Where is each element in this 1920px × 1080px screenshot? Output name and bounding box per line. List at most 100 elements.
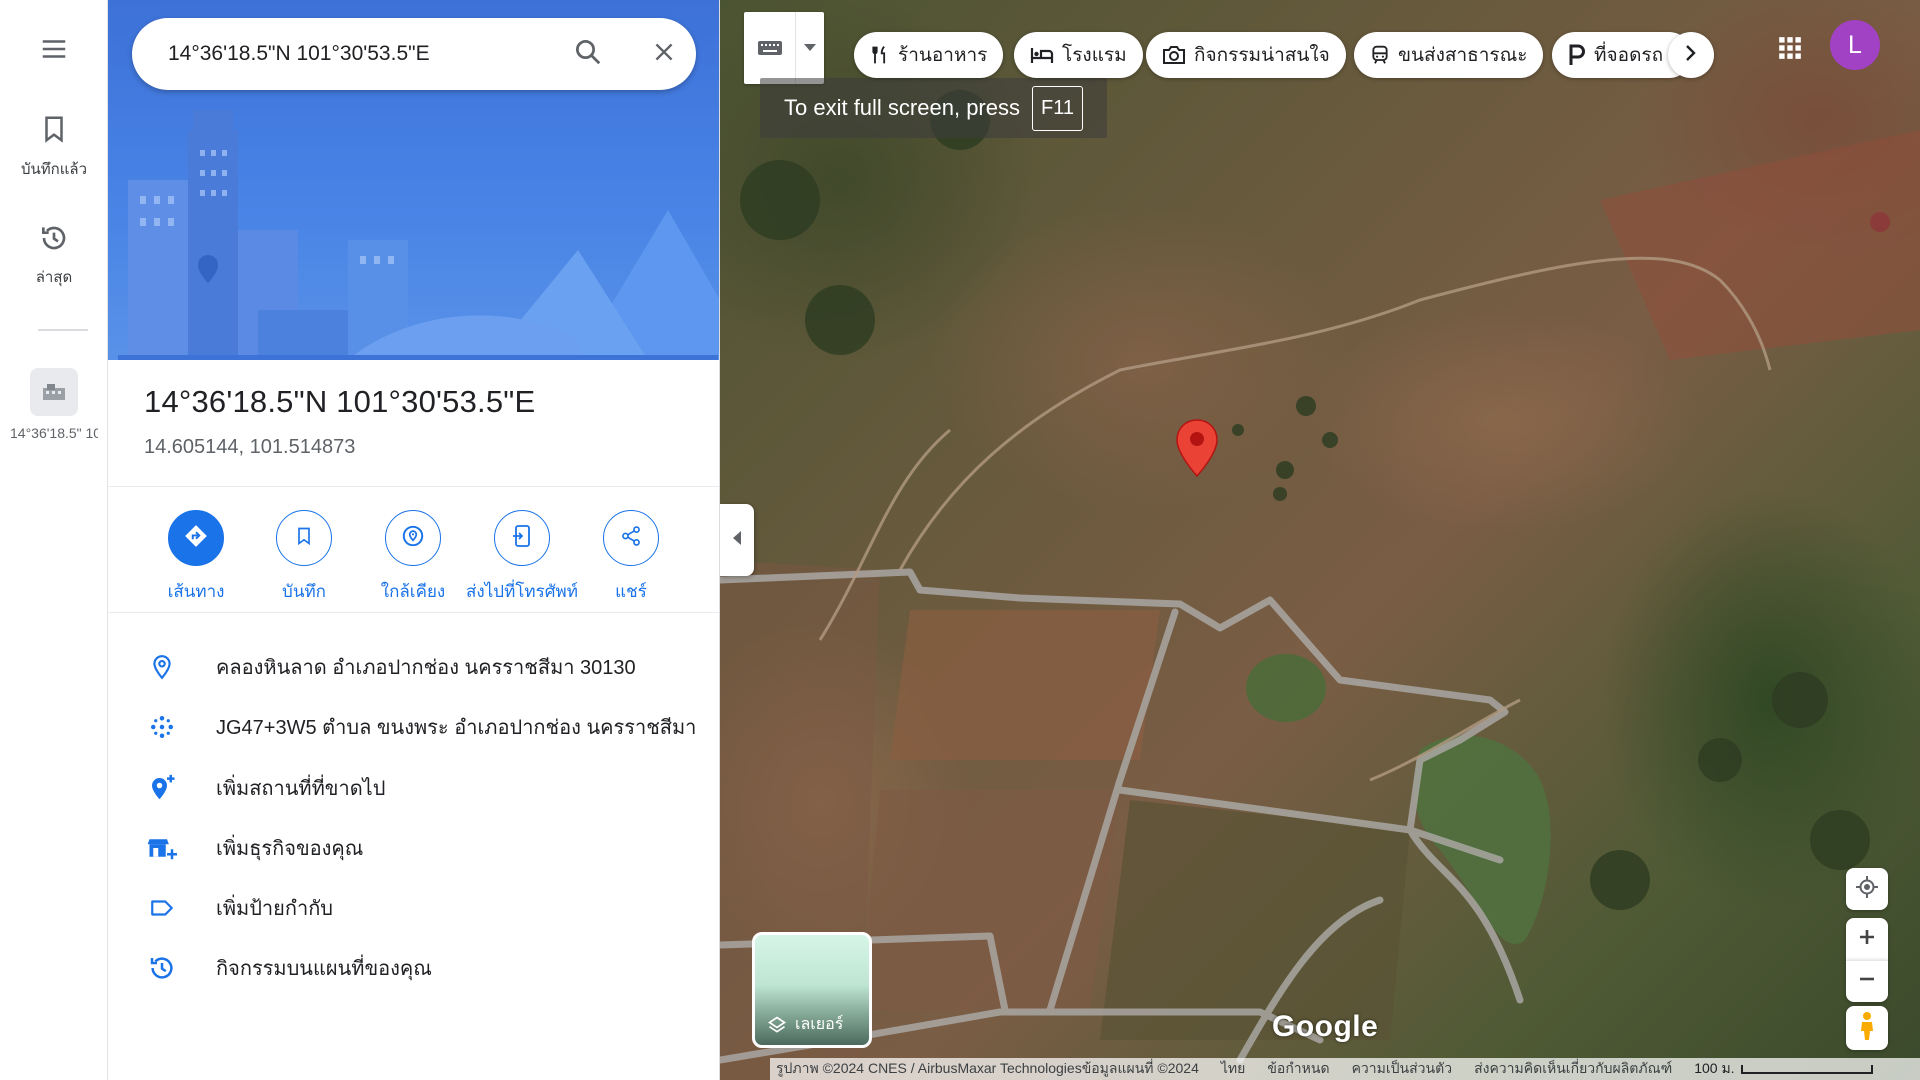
menu-icon — [39, 34, 69, 69]
scale-label: 100 ม. — [1694, 1060, 1735, 1076]
satellite-map[interactable]: To exit full screen, press F11 ร้านอาหาร… — [720, 0, 1920, 1080]
hotel-icon — [1030, 45, 1054, 65]
save-label: บันทึก — [282, 582, 326, 601]
chips-next-button[interactable] — [1668, 32, 1714, 78]
plus-icon — [1858, 928, 1876, 951]
zoom-out-button[interactable] — [1846, 960, 1888, 1002]
info-row-plus-code[interactable]: JG47+3W5 ตำบล ขนงพระ อำเภอปากช่อง นครราช… — [108, 702, 719, 752]
feedback-link[interactable]: ส่งความคิดเห็นเกี่ยวกับผลิตภัณฑ์ — [1474, 1058, 1672, 1080]
divider — [108, 486, 719, 487]
layers-button[interactable]: เลเยอร์ — [752, 932, 872, 1048]
plus-code-text: JG47+3W5 ตำบล ขนงพระ อำเภอปากช่อง นครราช… — [216, 717, 697, 739]
chip-hotels[interactable]: โรงแรม — [1014, 32, 1143, 78]
privacy-link[interactable]: ความเป็นส่วนตัว — [1352, 1058, 1453, 1080]
red-pin-icon — [1176, 419, 1218, 478]
rail-divider — [38, 329, 88, 331]
add-location-icon — [144, 770, 180, 806]
fullscreen-toast-text: To exit full screen, press — [784, 95, 1020, 120]
label-icon — [144, 890, 180, 926]
chip-transit[interactable]: ขนส่งสาธารณะ — [1354, 32, 1544, 78]
history-icon — [144, 950, 180, 986]
share-button[interactable]: แชร์ — [576, 510, 686, 605]
search-icon — [573, 37, 603, 72]
location-marker[interactable] — [1174, 418, 1220, 478]
send-to-phone-label: ส่งไปที่โทรศัพท์ — [466, 582, 578, 601]
chip-restaurants[interactable]: ร้านอาหาร — [854, 32, 1004, 78]
map-activity-text: กิจกรรมบนแผนที่ของคุณ — [216, 958, 432, 980]
layers-label: เลเยอร์ — [795, 1016, 844, 1033]
recent-item-caption[interactable]: 14°36'18.5" 101°30'53.5" — [10, 424, 98, 442]
directions-icon — [183, 523, 209, 554]
layers-icon — [767, 1015, 787, 1035]
send-to-phone-button[interactable]: ส่งไปที่โทรศัพท์ — [466, 510, 578, 605]
search-button[interactable] — [568, 34, 608, 74]
google-logo: Google — [1272, 1010, 1379, 1043]
nearby-label: ใกล้เคียง — [380, 582, 446, 601]
caret-left-icon — [732, 530, 742, 550]
account-avatar[interactable]: L — [1830, 20, 1880, 70]
language-link[interactable]: ไทย — [1221, 1058, 1245, 1080]
left-rail: บันทึกแล้ว ล่าสุด 14°36'18.5" 101°30'53.… — [0, 0, 108, 1080]
camera-icon — [1162, 45, 1186, 65]
place-title: 14°36'18.5"N 101°30'53.5"E — [144, 384, 536, 419]
saved-button[interactable]: บันทึกแล้ว — [0, 112, 108, 181]
save-button[interactable]: บันทึก — [249, 510, 359, 605]
hero-illustration — [108, 0, 719, 360]
street-view-pegman[interactable] — [1846, 1006, 1888, 1050]
terms-link[interactable]: ข้อกำหนด — [1267, 1058, 1329, 1080]
collapse-panel-button[interactable] — [720, 504, 754, 576]
add-place-text: เพิ่มสถานที่ที่ขาดไป — [216, 778, 386, 800]
pegman-icon — [1858, 1011, 1876, 1046]
directions-button[interactable]: เส้นทาง — [141, 510, 251, 605]
chip-restaurants-label: ร้านอาหาร — [898, 45, 988, 66]
search-box — [132, 18, 696, 90]
plus-code-icon — [144, 709, 180, 745]
place-panel: 14°36'18.5"N 101°30'53.5"E 14.605144, 10… — [108, 0, 720, 1080]
info-row-map-activity[interactable]: กิจกรรมบนแผนที่ของคุณ — [108, 943, 719, 993]
share-label: แชร์ — [615, 582, 647, 601]
chevron-down-icon — [796, 12, 824, 84]
scale-bar[interactable]: 100 ม. — [1694, 1058, 1873, 1080]
chip-things-to-do[interactable]: กิจกรรมน่าสนใจ — [1146, 32, 1346, 78]
nearby-button[interactable]: ใกล้เคียง — [358, 510, 468, 605]
bookmark-icon — [294, 525, 314, 552]
scale-line — [1740, 1064, 1873, 1074]
search-input[interactable] — [168, 42, 548, 66]
close-icon — [651, 39, 677, 70]
menu-button[interactable] — [0, 34, 108, 69]
recent-item-thumbnail[interactable] — [30, 368, 78, 416]
info-row-add-business[interactable]: เพิ่มธุรกิจของคุณ — [108, 823, 719, 873]
minus-icon — [1858, 970, 1876, 993]
add-label-text: เพิ่มป้ายกำกับ — [216, 898, 333, 920]
divider — [108, 612, 719, 613]
chip-things-to-do-label: กิจกรรมน่าสนใจ — [1194, 45, 1330, 66]
keyboard-icon — [744, 12, 796, 84]
add-business-text: เพิ่มธุรกิจของคุณ — [216, 838, 364, 860]
recent-label: ล่าสุด — [35, 269, 73, 286]
chip-parking-label: ที่จอดรถ — [1594, 45, 1664, 66]
chip-transit-label: ขนส่งสาธารณะ — [1398, 45, 1528, 66]
my-location-button[interactable] — [1846, 868, 1888, 910]
parking-icon — [1568, 44, 1586, 66]
map-footer: รูปภาพ ©2024 CNES / AirbusMaxar Technolo… — [770, 1058, 1920, 1080]
info-row-add-place[interactable]: เพิ่มสถานที่ที่ขาดไป — [108, 763, 719, 813]
apps-grid-icon — [1777, 35, 1803, 66]
bookmark-icon — [39, 112, 69, 151]
info-row-add-label[interactable]: เพิ่มป้ายกำกับ — [108, 883, 719, 933]
keyboard-shortcuts-button[interactable] — [744, 12, 824, 84]
place-coordinates: 14.605144, 101.514873 — [144, 436, 356, 458]
location-pin-icon — [144, 649, 180, 685]
satellite-terrain — [720, 90, 1920, 1080]
my-location-icon — [1855, 875, 1879, 904]
fullscreen-toast: To exit full screen, press F11 — [760, 78, 1107, 138]
maps-app: บันทึกแล้ว ล่าสุด 14°36'18.5" 101°30'53.… — [0, 0, 1920, 1080]
info-row-address[interactable]: คลองหินลาด อำเภอปากช่อง นครราชสีมา 30130 — [108, 642, 719, 692]
imagery-attribution: รูปภาพ ©2024 CNES / AirbusMaxar Technolo… — [776, 1060, 1199, 1076]
zoom-in-button[interactable] — [1846, 918, 1888, 960]
recent-button[interactable]: ล่าสุด — [0, 222, 108, 289]
send-to-phone-icon — [510, 523, 534, 554]
google-apps-button[interactable] — [1766, 26, 1814, 74]
history-icon — [38, 222, 70, 259]
clear-search-button[interactable] — [644, 34, 684, 74]
restaurant-icon — [870, 44, 890, 66]
